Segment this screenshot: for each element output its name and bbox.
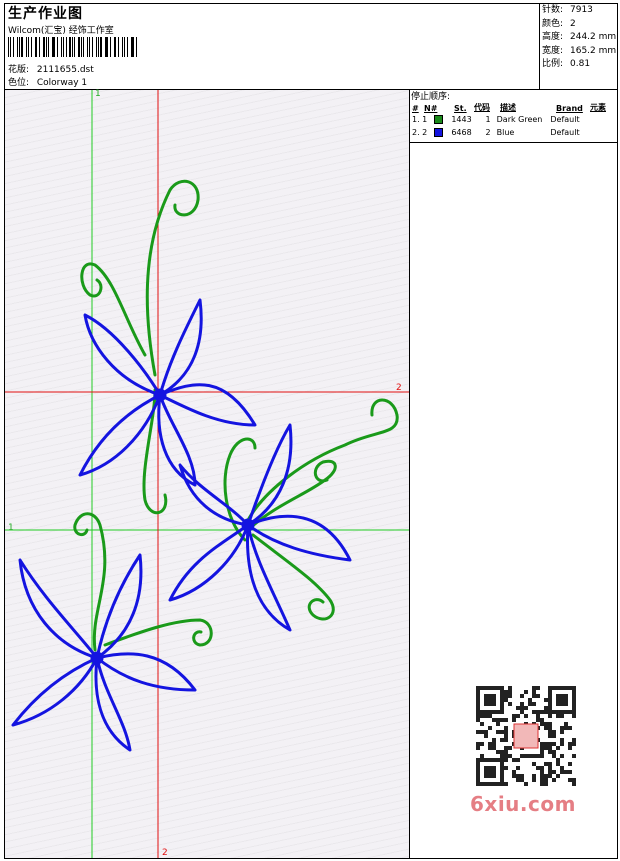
barcode-bar <box>115 37 116 57</box>
embroidery-preview <box>5 90 409 858</box>
barcode-bar <box>18 37 20 57</box>
color-swatch <box>433 115 443 124</box>
watermark-logo: 6xiu.com <box>470 792 576 816</box>
stat-height: 高度: 244.2 mm <box>542 32 617 42</box>
petal <box>11 656 99 727</box>
barcode-bar <box>132 37 135 57</box>
panel-divider <box>409 89 410 859</box>
table-row: 2. 2 6468 2 Blue Default <box>412 128 580 137</box>
barcode-bar <box>48 37 49 57</box>
blue-flowers <box>11 298 352 752</box>
barcode-bar <box>34 37 36 57</box>
green-guide-label-left: 1 <box>8 523 14 533</box>
qr-code <box>470 680 582 792</box>
barcode-bar <box>30 37 32 57</box>
table-row: 1. 1 1443 1 Dark Green Default <box>412 115 580 124</box>
barcode-bar <box>57 37 58 57</box>
petal <box>178 463 250 527</box>
barcode-bar <box>106 37 109 57</box>
barcode-bar <box>12 37 14 57</box>
stem-left-up <box>73 512 107 652</box>
petal <box>94 656 132 752</box>
table-header: # N# St. 代码 描述 Brand 元素 <box>412 103 606 113</box>
stat-width: 宽度: 165.2 mm <box>542 45 617 56</box>
red-guide-label-right: 2 <box>396 383 402 393</box>
barcode-bar <box>87 37 89 57</box>
barcode-bar <box>110 37 111 57</box>
petal <box>168 523 250 602</box>
red-guide-label-bottom: 2 <box>162 848 168 858</box>
petal <box>95 652 197 692</box>
barcode-bar <box>51 37 53 57</box>
barcode-bar <box>53 37 56 57</box>
barcode-bar <box>60 37 63 57</box>
petal <box>246 514 352 562</box>
barcode-bar <box>80 37 82 57</box>
barcode-bar <box>65 37 67 57</box>
table-divider <box>409 142 618 143</box>
flower-center <box>153 388 167 402</box>
stop-sequence-table: # N# St. 代码 描述 Brand 元素 1. 1 1443 1 Dark… <box>410 100 618 139</box>
green-guide-label-top: 1 <box>95 89 101 99</box>
stem-top-left <box>80 262 147 357</box>
barcode-bar <box>36 37 37 57</box>
barcode-bar <box>89 37 90 57</box>
barcode-bar <box>100 37 102 57</box>
page-title: 生产作业图 <box>8 6 83 22</box>
barcode-bar <box>71 37 73 57</box>
colorway-label: 色位: <box>8 78 30 88</box>
petal <box>18 558 99 660</box>
barcode-bar <box>77 37 80 57</box>
barcode-bar <box>113 37 115 57</box>
barcode <box>8 37 140 57</box>
petal <box>246 423 293 527</box>
barcode-bar <box>43 37 45 57</box>
barcode-bar <box>74 37 75 57</box>
barcode-bar <box>104 37 106 57</box>
colorway-value: Colorway 1 <box>36 78 88 88</box>
design-file: 花版: 2111655.dst <box>8 62 94 75</box>
petal <box>158 383 257 427</box>
barcode-bar <box>69 37 71 57</box>
company-name: Wilcom(汇宝) 经饰工作室 <box>8 26 114 36</box>
barcode-bar <box>127 37 128 57</box>
color-swatch <box>433 128 443 137</box>
barcode-bar <box>63 37 64 57</box>
barcode-bar <box>122 37 123 57</box>
stat-stitches: 针数: 7913 <box>542 5 593 15</box>
colorway: 色位: Colorway 1 <box>8 75 87 88</box>
barcode-bar <box>123 37 126 57</box>
barcode-bar <box>26 37 27 57</box>
barcode-bar <box>118 37 120 57</box>
barcode-bar <box>91 37 94 57</box>
design-value: 2111655.dst <box>36 65 94 75</box>
stat-scale: 比例: 0.81 <box>542 59 591 69</box>
barcode-bar <box>21 37 24 57</box>
barcode-bar <box>136 37 137 57</box>
design-label: 花版: <box>8 65 30 75</box>
stats-panel: 针数: 7913 颜色: 2 高度: 244.2 mm 宽度: 165.2 mm 比例:… <box>542 4 616 72</box>
barcode-bar <box>27 37 29 57</box>
barcode-bar <box>45 37 47 57</box>
stem-top <box>145 179 200 377</box>
flower-center <box>90 651 104 665</box>
stem-right-top <box>246 398 399 522</box>
flower-center <box>241 518 255 532</box>
barcode-bar <box>16 37 18 57</box>
barcode-bar <box>83 37 84 57</box>
petal <box>246 523 292 632</box>
barcode-bar <box>97 37 99 57</box>
barcode-bar <box>10 37 11 57</box>
green-stems <box>73 179 399 652</box>
barcode-bar <box>130 37 132 57</box>
stats-divider <box>539 3 540 89</box>
petal <box>158 298 203 397</box>
barcode-bar <box>8 37 10 57</box>
barcode-bar <box>39 37 41 57</box>
stat-colors: 颜色: 2 <box>542 18 576 29</box>
embroidery-design <box>5 90 409 858</box>
guide-lines <box>5 90 409 858</box>
barcode-bar <box>96 37 97 57</box>
